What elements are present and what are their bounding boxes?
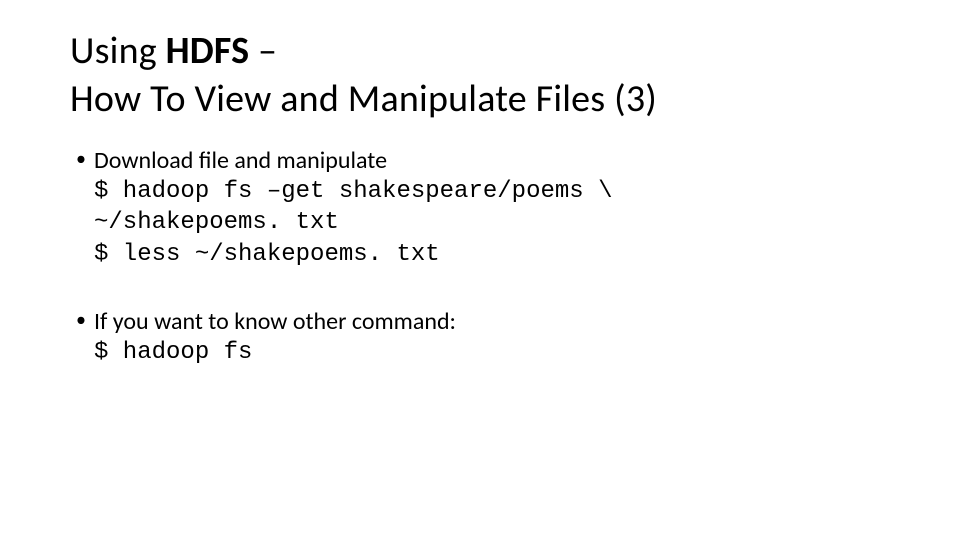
slide-title: Using HDFS – How To View and Manipulate … bbox=[70, 28, 890, 123]
title-line2: How To View and Manipulate Files (3) bbox=[70, 76, 657, 122]
title-line1-prefix: Using bbox=[70, 28, 166, 74]
bullet-text: Download file and manipulate bbox=[94, 145, 387, 176]
bullet-row: • Download file and manipulate bbox=[76, 145, 890, 176]
bullet-text: If you want to know other command: bbox=[94, 306, 456, 337]
slide-body: • Download file and manipulate $ hadoop … bbox=[70, 145, 890, 368]
title-line1-bold: HDFS bbox=[166, 28, 250, 74]
bullet-dot-icon: • bbox=[76, 306, 94, 334]
code-block: $ hadoop fs bbox=[94, 337, 890, 368]
bullet-dot-icon: • bbox=[76, 145, 94, 173]
bullet-row: • If you want to know other command: bbox=[76, 306, 890, 337]
code-block: $ hadoop fs –get shakespeare/poems \ ~/s… bbox=[94, 176, 890, 270]
title-line1-suffix: – bbox=[249, 28, 277, 74]
slide: Using HDFS – How To View and Manipulate … bbox=[0, 0, 960, 540]
bullet-group-2: • If you want to know other command: $ h… bbox=[70, 306, 890, 368]
bullet-group-1: • Download file and manipulate $ hadoop … bbox=[70, 145, 890, 270]
